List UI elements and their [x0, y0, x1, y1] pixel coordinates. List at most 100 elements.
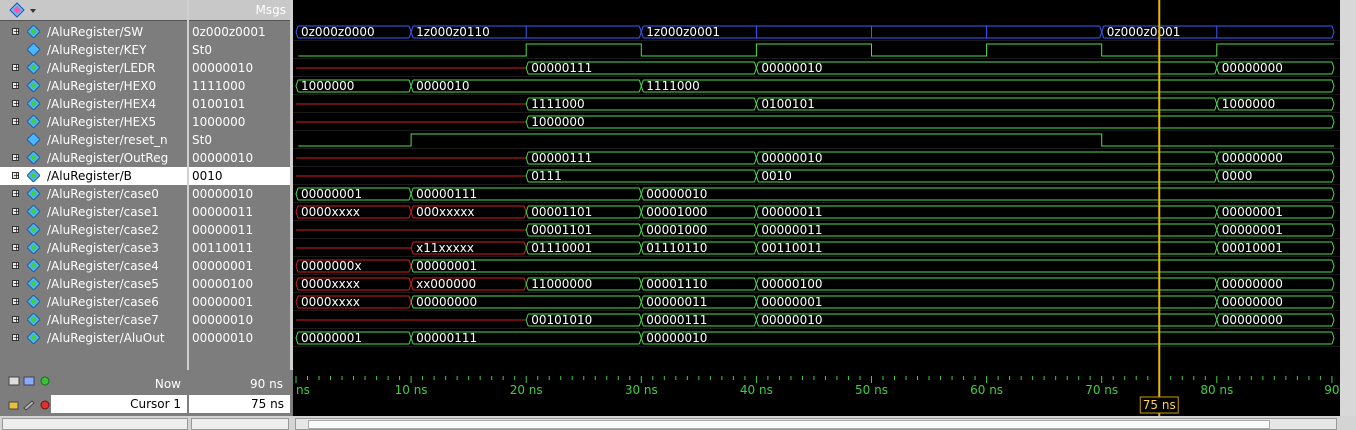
signal-value[interactable]: 1000000	[189, 113, 290, 131]
wave-value-label: 00001110	[646, 277, 707, 291]
wave-toolbar-icon[interactable]	[8, 2, 38, 18]
signal-value[interactable]: 00000100	[189, 275, 290, 293]
signal-value[interactable]: 00000011	[189, 221, 290, 239]
wave-value-label: 00000111	[646, 313, 707, 327]
signal-value[interactable]: 00110011	[189, 239, 290, 257]
signal-row[interactable]: + /AluRegister/case3	[0, 239, 187, 257]
expand-icon[interactable]: +	[12, 154, 20, 162]
wave-transition	[640, 277, 644, 291]
signal-row[interactable]: + /AluRegister/LEDR	[0, 59, 187, 77]
signal-row[interactable]: /AluRegister/reset_n	[0, 131, 187, 149]
expand-icon[interactable]: +	[12, 244, 20, 252]
wave-transition	[1331, 205, 1335, 219]
signal-value[interactable]: 0010	[189, 167, 290, 185]
expand-icon[interactable]: +	[12, 298, 20, 306]
cursor-toolbar-icons[interactable]	[8, 399, 52, 411]
signal-value[interactable]: 00000010	[189, 149, 290, 167]
expand-icon[interactable]: +	[12, 100, 20, 108]
expand-icon[interactable]: +	[12, 262, 20, 270]
names-header	[0, 0, 187, 21]
signal-name: /AluRegister/KEY	[47, 43, 147, 57]
horizontal-scrollbars[interactable]	[0, 416, 1356, 430]
signal-row[interactable]: + /AluRegister/B	[0, 167, 187, 185]
signal-value[interactable]: 0z000z0001	[189, 23, 290, 41]
wave-transition	[1331, 241, 1335, 255]
expand-icon[interactable]: +	[12, 118, 20, 126]
expand-icon[interactable]: +	[12, 190, 20, 198]
signal-row[interactable]: + /AluRegister/OutReg	[0, 149, 187, 167]
time-ruler[interactable]: ns 10 ns 20 ns 30 ns 40 ns 50 ns 60 ns 70 ns 80 …	[293, 370, 1340, 416]
signal-row[interactable]: + /AluRegister/case0	[0, 185, 187, 203]
waveform-area[interactable]: 0z000z0000 1z000z0110 1z000z0001 0z000z0001…	[293, 0, 1340, 370]
names-hscroll[interactable]	[2, 418, 188, 430]
wave-value-label: x11xxxxx	[416, 241, 474, 255]
wave-transition	[410, 295, 414, 309]
signal-row[interactable]: + /AluRegister/case7	[0, 311, 187, 329]
wave-transition	[1216, 277, 1220, 291]
signal-value[interactable]: St0	[189, 131, 290, 149]
expand-icon[interactable]: +	[12, 28, 20, 36]
wave-transition	[1216, 205, 1220, 219]
wave-bit-trace	[298, 43, 1334, 57]
expand-icon[interactable]: +	[12, 334, 20, 342]
wave-value-label: 00001000	[646, 205, 707, 219]
expand-icon[interactable]: +	[12, 316, 20, 324]
signal-value[interactable]: 00000010	[189, 329, 290, 347]
expand-icon[interactable]: +	[12, 208, 20, 216]
expand-icon[interactable]: +	[12, 172, 20, 180]
signal-row[interactable]: + /AluRegister/HEX5	[0, 113, 187, 131]
signal-row[interactable]: /AluRegister/KEY	[0, 41, 187, 59]
wave-value-label: 1000000	[1222, 97, 1275, 111]
wave-value-label: 0000010	[416, 79, 469, 93]
wave-hscroll[interactable]	[295, 418, 1337, 430]
ruler-label: 90	[1324, 383, 1339, 397]
wave-value-label: 00000100	[761, 277, 822, 291]
wave-value-label: 00000001	[416, 259, 477, 273]
wave-transition	[1216, 241, 1220, 255]
wave-transition	[1216, 97, 1220, 111]
signal-row[interactable]: + /AluRegister/AluOut	[0, 329, 187, 347]
signal-row[interactable]: + /AluRegister/case4	[0, 257, 187, 275]
signal-value[interactable]: 00000010	[189, 311, 290, 329]
signal-name: /AluRegister/reset_n	[47, 133, 168, 147]
expand-icon[interactable]: +	[12, 82, 20, 90]
wave-transition	[1331, 25, 1335, 39]
wave-value-label: 0000xxxx	[301, 205, 360, 219]
signal-value[interactable]: 00000001	[189, 257, 290, 275]
expand-icon[interactable]: +	[12, 64, 20, 72]
signal-row[interactable]: + /AluRegister/SW	[0, 23, 187, 41]
values-hscroll[interactable]	[191, 418, 289, 430]
vertical-scrollbar[interactable]	[1340, 0, 1356, 370]
wave-transition	[1216, 295, 1220, 309]
signal-row[interactable]: + /AluRegister/case6	[0, 293, 187, 311]
signal-type-icon	[27, 151, 40, 164]
ruler-label: 30 ns	[625, 383, 658, 397]
signal-row[interactable]: + /AluRegister/HEX0	[0, 77, 187, 95]
signal-name: /AluRegister/case2	[47, 223, 159, 237]
wave-transition	[755, 97, 759, 111]
wave-value-label: 00000010	[761, 151, 822, 165]
cursor-name-field[interactable]: Cursor 1	[51, 395, 187, 413]
signal-row[interactable]: + /AluRegister/HEX4	[0, 95, 187, 113]
signal-row[interactable]: + /AluRegister/case5	[0, 275, 187, 293]
wave-hscroll-thumb[interactable]	[308, 420, 1270, 429]
signal-type-icon	[27, 169, 40, 182]
wave-transition	[755, 151, 759, 165]
signal-value[interactable]: St0	[189, 41, 290, 59]
cursor-value-field[interactable]: 75 ns	[189, 395, 290, 413]
expand-icon[interactable]: +	[12, 280, 20, 288]
signal-value[interactable]: 00000010	[189, 185, 290, 203]
ruler-label: 60 ns	[970, 383, 1003, 397]
signal-value[interactable]: 00000011	[189, 203, 290, 221]
expand-icon[interactable]: +	[12, 226, 20, 234]
signal-type-icon	[27, 277, 40, 290]
signal-row[interactable]: + /AluRegister/case1	[0, 203, 187, 221]
signal-value[interactable]: 1111000	[189, 77, 290, 95]
now-toolbar-icons[interactable]	[8, 375, 52, 387]
signal-value[interactable]: 00000001	[189, 293, 290, 311]
signal-value[interactable]: 0100101	[189, 95, 290, 113]
signal-row[interactable]: + /AluRegister/case2	[0, 221, 187, 239]
wave-value-label: 11000000	[531, 277, 592, 291]
wave-transition	[295, 25, 299, 39]
signal-value[interactable]: 00000010	[189, 59, 290, 77]
